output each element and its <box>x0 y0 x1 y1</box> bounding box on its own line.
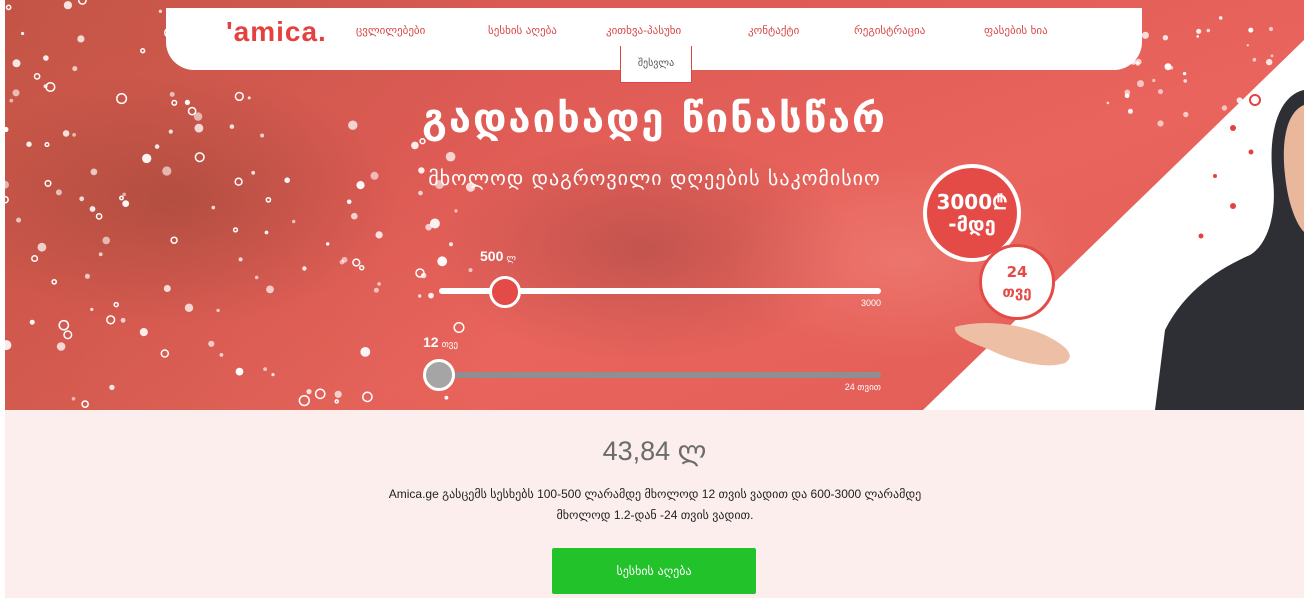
nav-item-changes[interactable]: ცვლილებები <box>356 24 425 37</box>
login-button[interactable]: შესვლა <box>620 46 692 83</box>
nav-item-faq[interactable]: კითხვა-პასუხი <box>606 24 681 37</box>
badge-amount-line1: 3000₾ <box>936 190 1008 214</box>
nav-item-get-loan[interactable]: სესხის აღება <box>488 24 557 37</box>
hero-title: გადაიხადე წინასწარ <box>422 96 887 142</box>
term-slider-thumb[interactable] <box>423 359 455 391</box>
nav-item-prices[interactable]: ფასების ხია <box>984 24 1048 37</box>
get-loan-button[interactable]: სესხის აღება <box>552 548 756 594</box>
term-unit: თვე <box>441 339 458 349</box>
term-value: 12 <box>423 334 439 350</box>
result-section: 43,84 ლ Amica.ge გასცემს სესხებს 100-500… <box>5 410 1304 598</box>
nav-item-register[interactable]: რეგისტრაცია <box>854 24 925 37</box>
amount-slider[interactable]: 500 ლ 3000 <box>435 248 885 312</box>
hero-subtitle: მხოლოდ დაგროვილი დღეების საკომისიო <box>428 166 881 190</box>
amount-slider-thumb[interactable] <box>489 276 522 308</box>
amount-unit: ლ <box>506 253 516 263</box>
badge-amount-line2: -მდე <box>948 212 996 236</box>
nav-item-contact[interactable]: კონტაქტი <box>748 24 799 37</box>
term-slider[interactable]: 12 თვე 24 თვით <box>423 332 885 396</box>
loan-description: Amica.ge გასცემს სესხებს 100-500 ლარამდე… <box>388 487 922 522</box>
badge-term-line1: 24 <box>1006 263 1028 281</box>
monthly-payment: 43,84 ლ <box>602 436 707 466</box>
max-term-badge: 24 თვე <box>979 244 1055 320</box>
amount-max-label: 3000 <box>860 298 881 308</box>
badge-term-line2: თვე <box>1002 283 1032 301</box>
amount-value: 500 <box>480 248 504 264</box>
term-slider-track[interactable] <box>439 372 881 378</box>
amica-logo[interactable]: 'amica. <box>226 16 327 48</box>
term-max-label: 24 თვით <box>844 382 881 392</box>
